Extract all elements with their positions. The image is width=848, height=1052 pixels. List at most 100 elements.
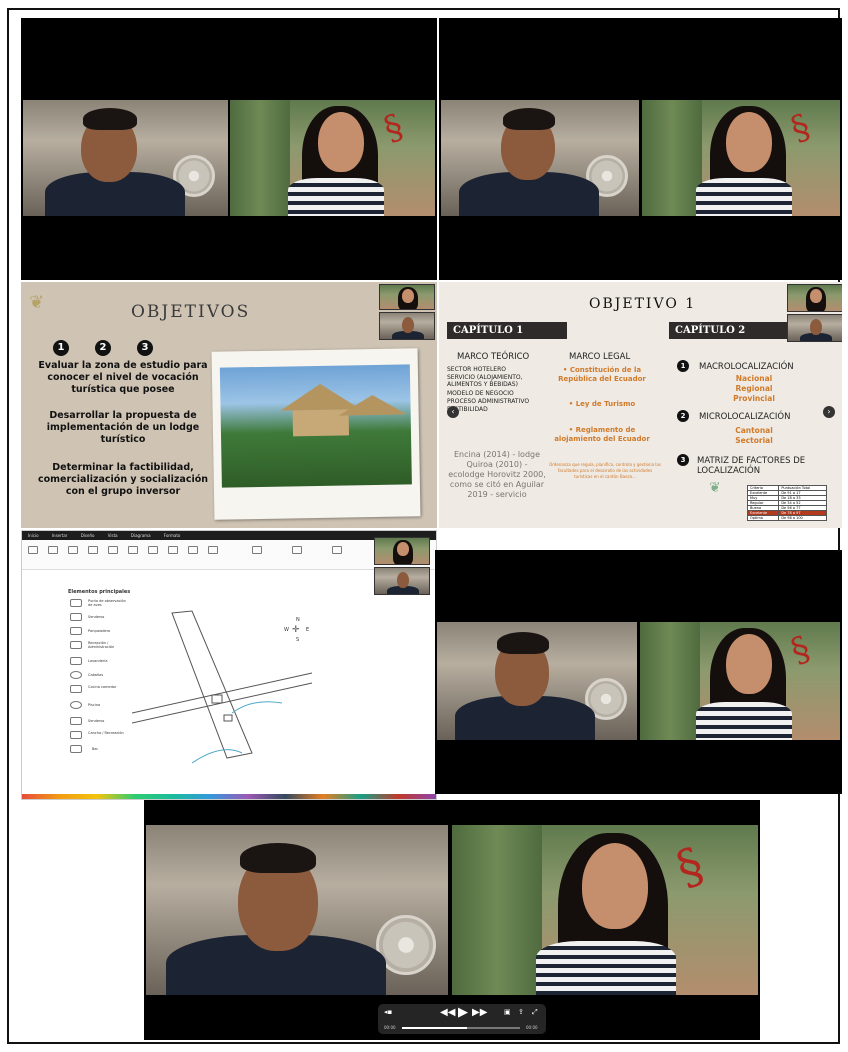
progress-bar[interactable] — [402, 1027, 520, 1029]
curtain — [452, 825, 542, 995]
leaf-decoration-icon: ❦ — [709, 480, 721, 496]
play-button[interactable]: ▶ — [458, 1005, 468, 1020]
red-decoration-icon: § — [785, 106, 816, 150]
legal-item-1: • Constitución de la República del Ecuad… — [558, 366, 646, 383]
rewind-button[interactable]: ◀◀ — [440, 1007, 455, 1018]
thumb-woman-head — [810, 289, 822, 303]
bullet-2: Desarrollar la propuesta de implementaci… — [46, 410, 200, 445]
participant-tile-woman[interactable]: § — [230, 100, 435, 216]
fullscreen-icon[interactable]: ⤢ — [532, 1008, 538, 1017]
ribbon-tab[interactable]: Insertar — [52, 533, 68, 538]
legend-label: Lavandería — [88, 659, 108, 663]
marco-legal-heading: MARCO LEGAL — [569, 352, 631, 362]
participant-tile-woman[interactable]: § — [642, 100, 840, 216]
matriz-heading: MATRIZ DE FACTORES DE LOCALIZACIÓN — [697, 456, 806, 476]
thumbnail-woman[interactable] — [379, 284, 435, 310]
tool-icon[interactable] — [188, 546, 198, 554]
tool-icon[interactable] — [292, 546, 302, 554]
tool-icon[interactable] — [168, 546, 178, 554]
thumbnail-man[interactable] — [374, 567, 430, 595]
legal-item-2: • Ley de Turismo — [568, 400, 636, 408]
tool-icon[interactable] — [88, 546, 98, 554]
tool-icon[interactable] — [48, 546, 58, 554]
collage-frame: § § ❦ OBJETIVOS 1 2 3 Evaluar la zona de… — [7, 8, 842, 1044]
thumb-man-head — [397, 572, 409, 588]
color-palette[interactable] — [22, 794, 436, 799]
legend-label: Recepción / Administración — [88, 641, 115, 649]
participant-tile-woman[interactable]: § — [452, 825, 758, 995]
thumbnail-woman[interactable] — [374, 537, 430, 565]
participant-tile-man[interactable] — [441, 100, 639, 216]
legend-label: Senderos — [88, 719, 105, 723]
woman-head — [318, 112, 364, 172]
next-slide-button[interactable]: › — [823, 406, 835, 418]
woman-top — [536, 941, 676, 995]
thumbnail-man[interactable] — [787, 314, 842, 342]
red-decoration-icon: § — [669, 836, 711, 898]
legend-label: Senderos — [88, 615, 105, 619]
compass-cross-icon: ✛ — [292, 625, 300, 635]
video-call-panel-2: § — [439, 18, 842, 280]
legend-symbol — [70, 599, 82, 607]
table-cell: De 98 a 100 — [778, 515, 827, 521]
curtain — [640, 622, 700, 740]
fast-forward-button[interactable]: ▶▶ — [472, 1007, 487, 1018]
ribbon-tab[interactable]: Diseño — [81, 533, 95, 538]
compass-south: S — [296, 637, 300, 643]
legend-symbol — [70, 627, 82, 635]
tool-icon[interactable] — [252, 546, 262, 554]
compass-west: W — [284, 627, 289, 633]
thumbnail-man[interactable] — [379, 312, 435, 340]
thumb-man-head — [402, 317, 414, 333]
legend-label: Cancha / Recreación — [88, 731, 124, 735]
localization-table: Criterio Puntuación Total Excelente De 91 … — [746, 485, 827, 521]
lodge-photo — [219, 364, 412, 488]
legend-label: Cocina comedor — [88, 685, 117, 689]
thumb-woman-head — [402, 289, 414, 303]
woman-head — [582, 843, 648, 929]
lodge-photo-card — [211, 348, 421, 520]
man-hair — [497, 632, 549, 654]
tool-icon[interactable] — [208, 546, 218, 554]
ribbon-tab[interactable]: Diagrama — [131, 533, 151, 538]
legend-symbol — [70, 685, 82, 693]
tool-icon[interactable] — [148, 546, 158, 554]
compass-east: E — [306, 627, 310, 633]
step-3: 3 — [677, 454, 689, 466]
micro-item-1: Cantonal — [735, 426, 773, 435]
pip-icon[interactable]: ▣ — [504, 1008, 511, 1016]
step-1: 1 — [677, 360, 689, 372]
ribbon-tab[interactable]: Inicio — [28, 533, 39, 538]
tool-icon[interactable] — [332, 546, 342, 554]
time-total: 00:00 — [526, 1025, 538, 1030]
previous-slide-button[interactable]: ‹ — [447, 406, 459, 418]
bullet-3: Determinar la factibilidad, comercializa… — [37, 462, 209, 497]
man-hair — [83, 108, 137, 130]
thumbnail-woman[interactable] — [787, 284, 842, 312]
legend-label: Bar — [92, 747, 98, 751]
tool-icon[interactable] — [128, 546, 138, 554]
participant-tile-man[interactable] — [23, 100, 228, 216]
tool-icon[interactable] — [68, 546, 78, 554]
red-decoration-icon: § — [785, 628, 816, 672]
woman-head — [726, 634, 772, 694]
man-hair — [240, 843, 316, 873]
tool-icon[interactable] — [28, 546, 38, 554]
legal-note: Ordenanza que regula, planifica, control… — [549, 462, 661, 479]
player-controls: ◂▪ ◀◀ ▶ ▶▶ ▣ ⇪ ⤢ 00:00 00:00 — [378, 1004, 546, 1034]
woman-head — [726, 112, 772, 172]
site-plan-diagram[interactable] — [132, 603, 362, 773]
ribbon-tab[interactable]: Formato — [164, 533, 181, 538]
tool-icon[interactable] — [108, 546, 118, 554]
participant-tile-woman[interactable]: § — [640, 622, 840, 740]
participant-tile-man[interactable] — [437, 622, 637, 740]
volume-icon[interactable]: ◂▪ — [384, 1008, 392, 1016]
slide-title: OBJETIVOS — [131, 302, 251, 322]
participant-tile-man[interactable] — [146, 825, 448, 995]
progress-fill — [402, 1027, 467, 1029]
hut-roof-2 — [338, 394, 407, 416]
slide-title: OBJETIVO 1 — [589, 296, 697, 312]
red-decoration-icon: § — [378, 106, 409, 150]
share-icon[interactable]: ⇪ — [518, 1008, 524, 1016]
ribbon-tab[interactable]: Vista — [108, 533, 118, 538]
